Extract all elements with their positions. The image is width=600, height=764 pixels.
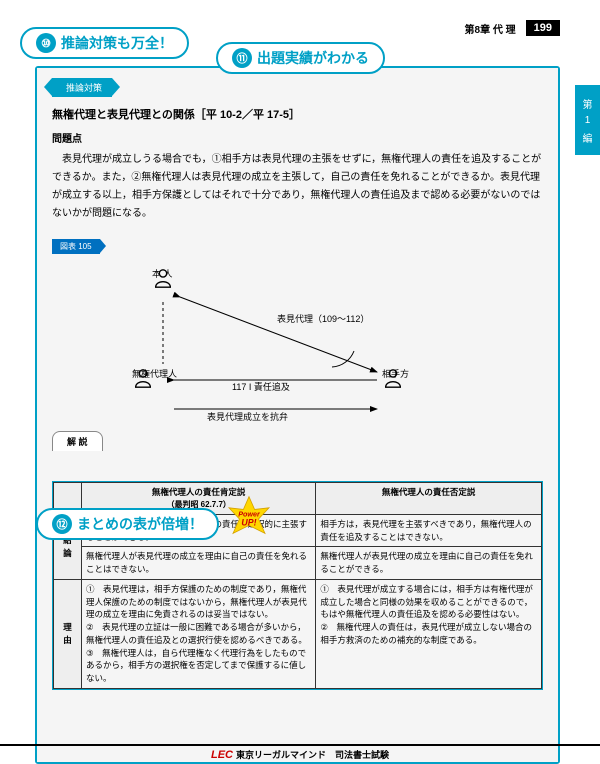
callout-11: ⑪ 出題実績がわかる — [216, 42, 385, 74]
callout-num-12: ⑫ — [52, 514, 72, 534]
callout-num-10: ⑩ — [36, 33, 56, 53]
main-content-frame: 推論対策 無権代理と表見代理との関係［平 10-2／平 17-5］ 問題点 表見… — [35, 66, 560, 764]
chapter-label: 第8章 代 理 — [465, 21, 516, 36]
problem-text: 表見代理が成立しうる場合でも，①相手方は表見代理の主張をせずに，無権代理人の責任… — [52, 151, 543, 223]
row-reason: 理 由 — [54, 579, 82, 688]
table-cell: 無権代理人が表見代理の成立を理由に自己の責任を免れることはできない。 — [82, 547, 316, 580]
diagram-label: 117 I 責任追及 — [232, 380, 290, 393]
person-icon — [152, 267, 174, 289]
svg-text:UP!: UP! — [241, 517, 256, 527]
explanation-tab: 解 説 — [52, 431, 103, 451]
table-cell: 無権代理人が表見代理の成立を理由に自己の責任を免れることができる。 — [316, 547, 542, 580]
diagram-label: 表見代理成立を抗弁 — [207, 410, 288, 423]
callout-10: ⑩ 推論対策も万全！ — [20, 27, 189, 59]
power-up-badge: Power UP! — [225, 495, 273, 543]
page-number: 199 — [526, 20, 560, 36]
chart-badge: 図表 105 — [52, 239, 100, 254]
table-cell: ① 表見代理が成立する場合には，相手方は有権代理が成立した場合と同様の効果を収め… — [316, 579, 542, 688]
col-deny: 無権代理人の責任否定説 — [316, 483, 542, 515]
diagram-label: 表見代理（109～112） — [277, 312, 369, 325]
person-icon — [382, 367, 404, 389]
relationship-diagram: 本 人 無権代理人 相手方 表見代理（109～112） 117 I 責任追及 表… — [52, 267, 543, 422]
problem-heading: 問題点 — [52, 130, 543, 145]
table-cell: ① 表見代理は，相手方保護のための制度であり，無権代理人保護のための制度ではない… — [82, 579, 316, 688]
section-tab: 第 1 編 — [575, 85, 600, 155]
callout-12: ⑫ まとめの表が倍増！ — [36, 508, 219, 540]
topic-title: 無権代理と表見代理との関係［平 10-2／平 17-5］ — [52, 106, 543, 122]
callout-num-11: ⑪ — [232, 48, 252, 68]
inference-badge: 推論対策 — [52, 78, 112, 97]
page-footer: LEC東京リーガルマインド 司法書士試験 — [0, 744, 600, 763]
person-icon — [132, 367, 154, 389]
lec-logo: LEC — [211, 749, 233, 761]
table-cell: 相手方は，表見代理を主張すべきであり，無権代理人の責任を追及することはできない。 — [316, 514, 542, 547]
